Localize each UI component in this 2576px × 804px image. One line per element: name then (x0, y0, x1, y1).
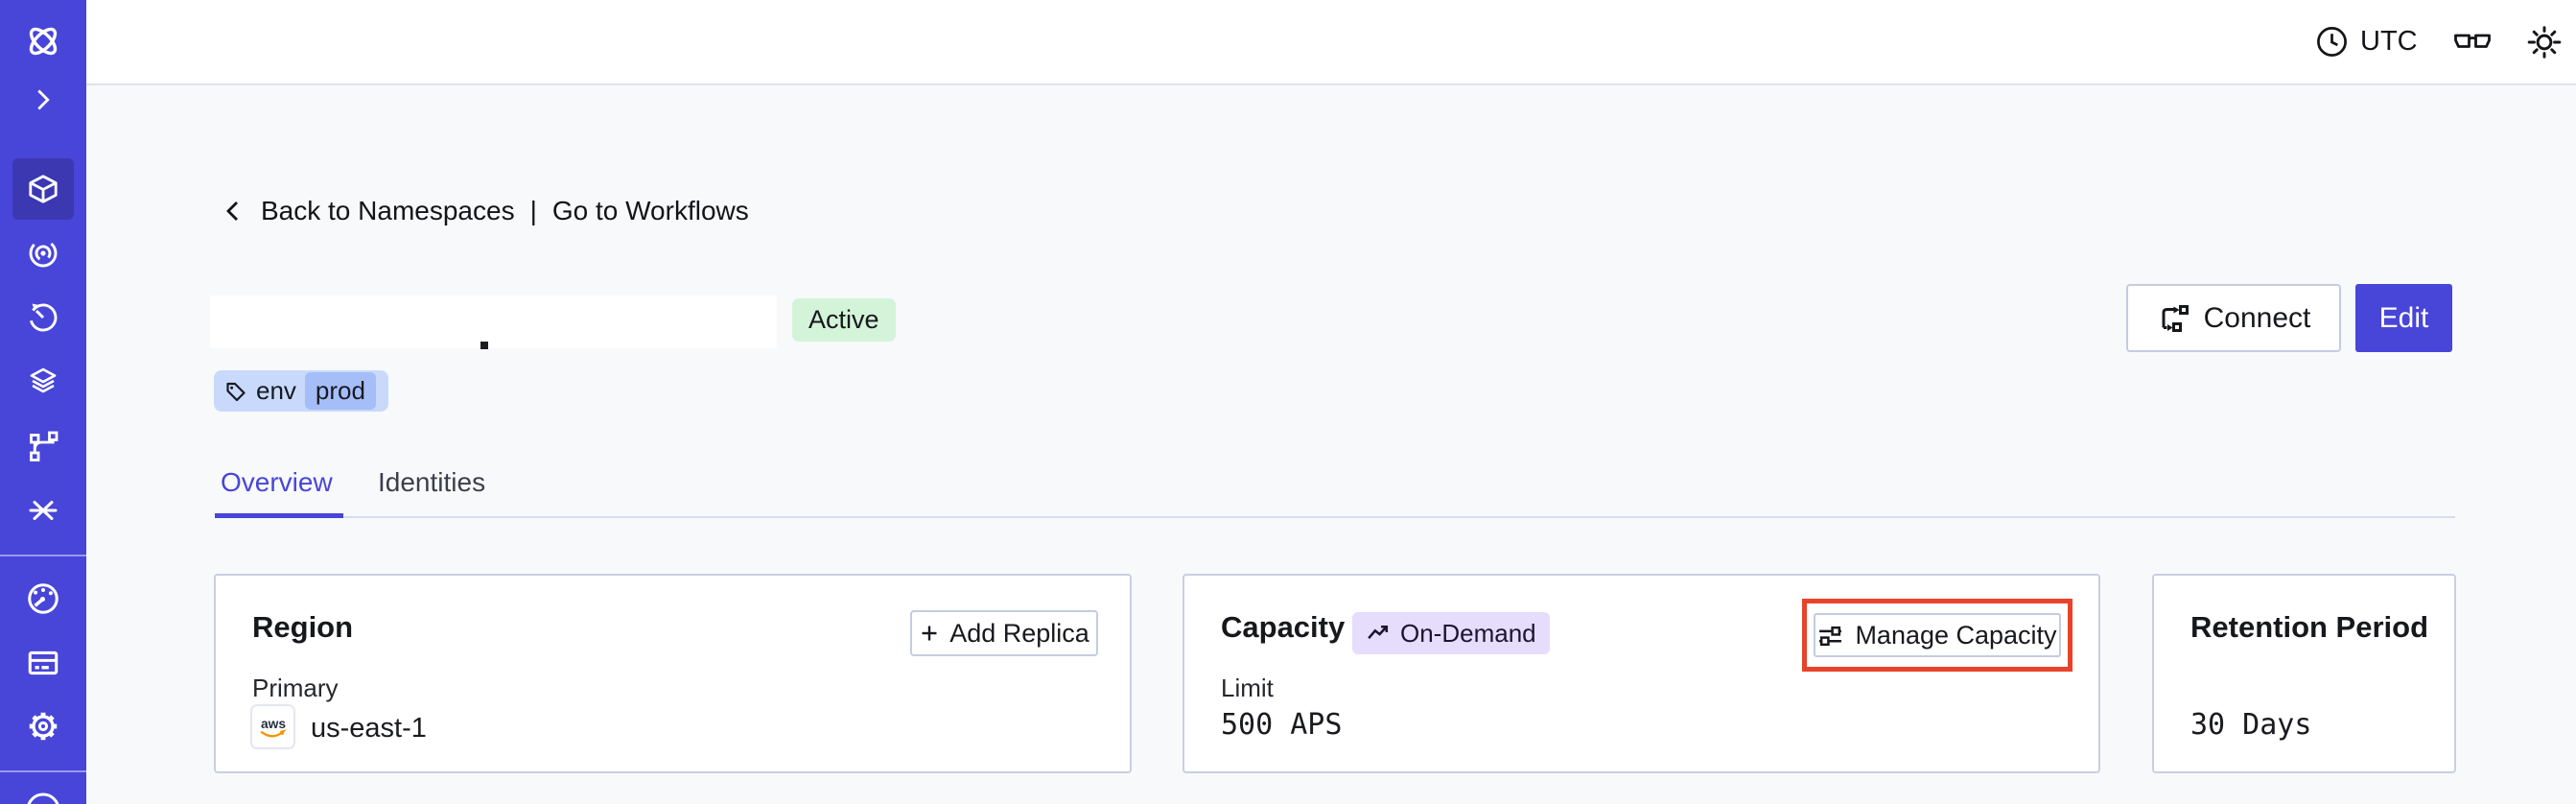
cube-icon (29, 175, 58, 203)
workflows-label: Go to Workflows (551, 196, 749, 225)
branch-pipeline-icon (30, 431, 59, 461)
sidebar-item-batch[interactable] (12, 415, 74, 477)
plus-icon (922, 626, 937, 641)
sidebar-item-support[interactable] (12, 787, 74, 804)
tag-key: env (256, 376, 296, 405)
capacity-card-title: Capacity (1221, 610, 1346, 644)
connect-label: Connect (2203, 301, 2311, 334)
aws-logo-text: aws (260, 715, 285, 730)
sidebar-divider (0, 770, 86, 772)
annotation-highlight-box: Manage Capacity (1802, 599, 2073, 672)
ondemand-badge: On-Demand (1352, 612, 1550, 654)
region-value: us-east-1 (311, 713, 427, 744)
status-badge: Active (792, 298, 896, 342)
sidebar (0, 0, 86, 804)
gear-icon (29, 712, 58, 741)
sidebar-item-namespaces[interactable] (12, 158, 74, 220)
retention-value: 30 Days (2190, 708, 2312, 742)
timezone-label: UTC (2360, 26, 2418, 57)
sidebar-expand-icon[interactable] (12, 71, 74, 129)
region-card: Region Add Replica Primary aws us-east-1 (214, 574, 1132, 773)
chevron-left-icon (226, 201, 238, 221)
back-to-namespaces-link[interactable]: Back to Namespaces (219, 196, 515, 226)
tag-icon (226, 382, 246, 401)
capacity-card: Capacity On-Demand Manage Capacity Limit… (1183, 574, 2100, 773)
aws-provider-icon: aws (250, 704, 295, 749)
theme-toggle[interactable] (2526, 0, 2563, 83)
sidebar-divider (0, 555, 86, 556)
sidebar-item-settings[interactable] (12, 696, 74, 757)
topbar: UTC (86, 0, 2576, 85)
breadcrumb-separator: | (529, 196, 537, 225)
edit-button[interactable]: Edit (2355, 284, 2452, 352)
connect-button[interactable]: Connect (2126, 284, 2341, 352)
capacity-limit-value: 500 APS (1221, 708, 1343, 742)
gauge-icon (28, 583, 59, 614)
manage-capacity-button[interactable]: Manage Capacity (1814, 613, 2061, 657)
add-replica-label: Add Replica (949, 618, 1089, 648)
sidebar-item-nexus[interactable] (12, 223, 74, 284)
trending-up-icon (1368, 625, 1389, 639)
clock-icon (2317, 27, 2347, 57)
breadcrumb: Back to Namespaces | Go to Workflows (219, 196, 749, 226)
temporal-logo-icon[interactable] (12, 11, 74, 72)
status-label: Active (808, 305, 879, 334)
sidebar-item-usage[interactable] (12, 568, 74, 629)
retention-card: Retention Period 30 Days (2152, 574, 2456, 773)
sidebar-item-integrations[interactable] (12, 480, 74, 541)
glasses-icon (2454, 34, 2491, 48)
sidebar-item-schedules[interactable] (12, 287, 74, 348)
namespace-title-redacted (210, 296, 777, 348)
tab-overview[interactable]: Overview (221, 467, 333, 498)
asterisk-icon (29, 501, 58, 520)
sidebar-item-billing[interactable] (12, 632, 74, 694)
connect-flow-icon (2162, 304, 2189, 332)
retention-card-title: Retention Period (2190, 610, 2429, 644)
tabs-divider-line (215, 516, 2455, 518)
labs-toggle[interactable] (2453, 0, 2492, 83)
primary-label: Primary (252, 674, 339, 702)
namespace-tag[interactable]: env prod (214, 370, 388, 412)
billing-card-icon (28, 650, 59, 675)
region-card-title: Region (252, 610, 354, 644)
timezone-selector[interactable]: UTC (2315, 0, 2418, 83)
circle-icon (27, 792, 59, 804)
schedule-clock-icon (29, 303, 58, 332)
active-tab-indicator (215, 513, 343, 518)
sidebar-item-deployments[interactable] (12, 351, 74, 413)
ondemand-label: On-Demand (1400, 618, 1536, 648)
edit-label: Edit (2378, 301, 2429, 334)
tag-value-chip: prod (304, 372, 376, 410)
go-to-workflows-link[interactable]: Go to Workflows (552, 196, 749, 226)
redaction-artifact (480, 342, 488, 349)
spiral-icon (29, 239, 58, 268)
layers-icon (30, 367, 57, 393)
sun-icon (2527, 25, 2562, 59)
add-replica-button[interactable]: Add Replica (910, 610, 1098, 656)
manage-capacity-label: Manage Capacity (1855, 620, 2057, 650)
back-label: Back to Namespaces (261, 196, 515, 225)
limit-label: Limit (1221, 674, 1274, 702)
sliders-icon (1819, 626, 1842, 646)
tab-identities[interactable]: Identities (378, 467, 485, 498)
